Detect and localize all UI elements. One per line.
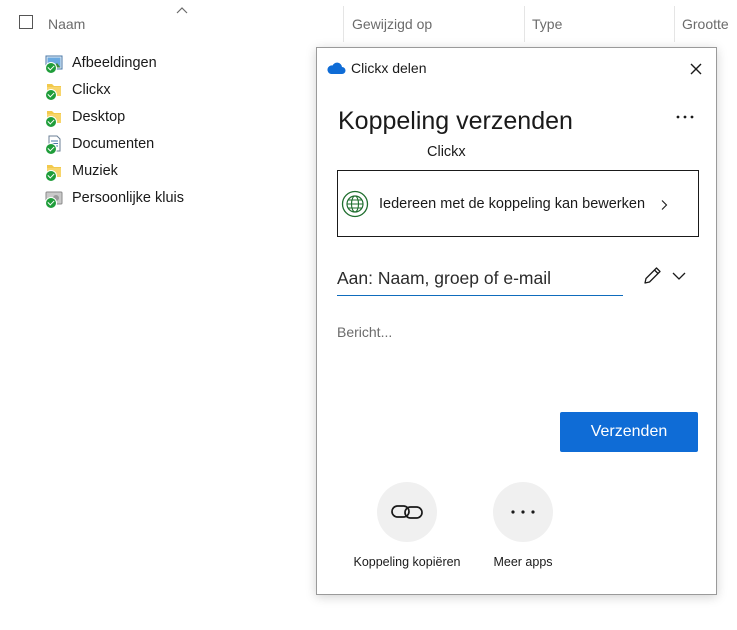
synced-status-icon bbox=[45, 196, 57, 209]
synced-status-icon bbox=[45, 115, 57, 128]
synced-status-icon bbox=[45, 142, 57, 155]
file-name: Persoonlijke kluis bbox=[72, 189, 185, 206]
documents-folder-icon bbox=[44, 134, 64, 155]
column-separator[interactable] bbox=[674, 6, 675, 42]
file-name: Clickx bbox=[72, 81, 111, 98]
column-type[interactable]: Type bbox=[532, 16, 562, 32]
sort-ascending-icon bbox=[176, 7, 188, 14]
dialog-title: Clickx delen bbox=[351, 60, 427, 76]
close-icon bbox=[690, 63, 702, 75]
file-explorer: Naam Gewijzigd op Type Grootte Afbeeldin… bbox=[0, 0, 737, 630]
more-apps-circle[interactable] bbox=[493, 482, 553, 542]
chevron-right-icon bbox=[661, 200, 668, 210]
column-modified[interactable]: Gewijzigd op bbox=[352, 16, 432, 32]
copy-link-button[interactable]: Koppeling kopiëren bbox=[342, 482, 472, 582]
folder-icon bbox=[44, 161, 64, 182]
folder-icon bbox=[44, 80, 64, 101]
close-button[interactable] bbox=[684, 57, 708, 81]
synced-status-icon bbox=[45, 169, 57, 182]
more-options-button[interactable] bbox=[672, 106, 698, 128]
copy-link-circle[interactable] bbox=[377, 482, 437, 542]
list-item[interactable]: Documenten bbox=[44, 130, 314, 157]
list-item[interactable]: Muziek bbox=[44, 157, 314, 184]
more-apps-button[interactable]: Meer apps bbox=[458, 482, 588, 582]
vault-icon bbox=[44, 188, 64, 209]
list-item[interactable]: Desktop bbox=[44, 103, 314, 130]
list-item[interactable]: Clickx bbox=[44, 76, 314, 103]
pencil-icon[interactable] bbox=[641, 265, 663, 287]
column-separator[interactable] bbox=[343, 6, 344, 42]
permission-text: Iedereen met de koppeling kan bewerken bbox=[379, 196, 646, 212]
file-name: Muziek bbox=[72, 162, 118, 179]
list-item[interactable]: Persoonlijke kluis bbox=[44, 184, 314, 211]
column-separator[interactable] bbox=[524, 6, 525, 42]
recipient-input[interactable] bbox=[337, 262, 623, 296]
column-size[interactable]: Grootte bbox=[682, 16, 729, 32]
copy-link-label: Koppeling kopiëren bbox=[353, 555, 461, 569]
column-name[interactable]: Naam bbox=[48, 16, 85, 32]
shared-item-name: Clickx bbox=[427, 144, 466, 160]
link-icon bbox=[391, 505, 423, 519]
file-name: Documenten bbox=[72, 135, 155, 152]
message-input[interactable] bbox=[337, 324, 699, 384]
globe-icon bbox=[341, 190, 369, 218]
more-horizontal-icon bbox=[511, 510, 535, 514]
synced-status-icon bbox=[45, 61, 57, 74]
dialog-titlebar[interactable]: Clickx delen bbox=[317, 48, 716, 88]
dialog-heading: Koppeling verzenden bbox=[338, 107, 573, 135]
onedrive-cloud-icon bbox=[327, 62, 346, 74]
file-name: Desktop bbox=[72, 108, 126, 125]
chevron-down-icon[interactable] bbox=[671, 270, 687, 282]
file-name: Afbeeldingen bbox=[72, 54, 157, 71]
list-item[interactable]: Afbeeldingen bbox=[44, 49, 314, 76]
select-all-checkbox[interactable] bbox=[19, 15, 33, 29]
column-header: Naam Gewijzigd op Type Grootte bbox=[0, 0, 737, 48]
pictures-folder-icon bbox=[44, 53, 64, 74]
folder-icon bbox=[44, 107, 64, 128]
more-options-icon bbox=[676, 115, 694, 119]
send-button[interactable]: Verzenden bbox=[560, 412, 698, 452]
synced-status-icon bbox=[45, 88, 57, 101]
share-dialog: Clickx delen Koppeling verzenden Clickx bbox=[316, 47, 717, 595]
link-permission-button[interactable]: Iedereen met de koppeling kan bewerken bbox=[337, 170, 699, 237]
more-apps-label: Meer apps bbox=[493, 555, 553, 569]
